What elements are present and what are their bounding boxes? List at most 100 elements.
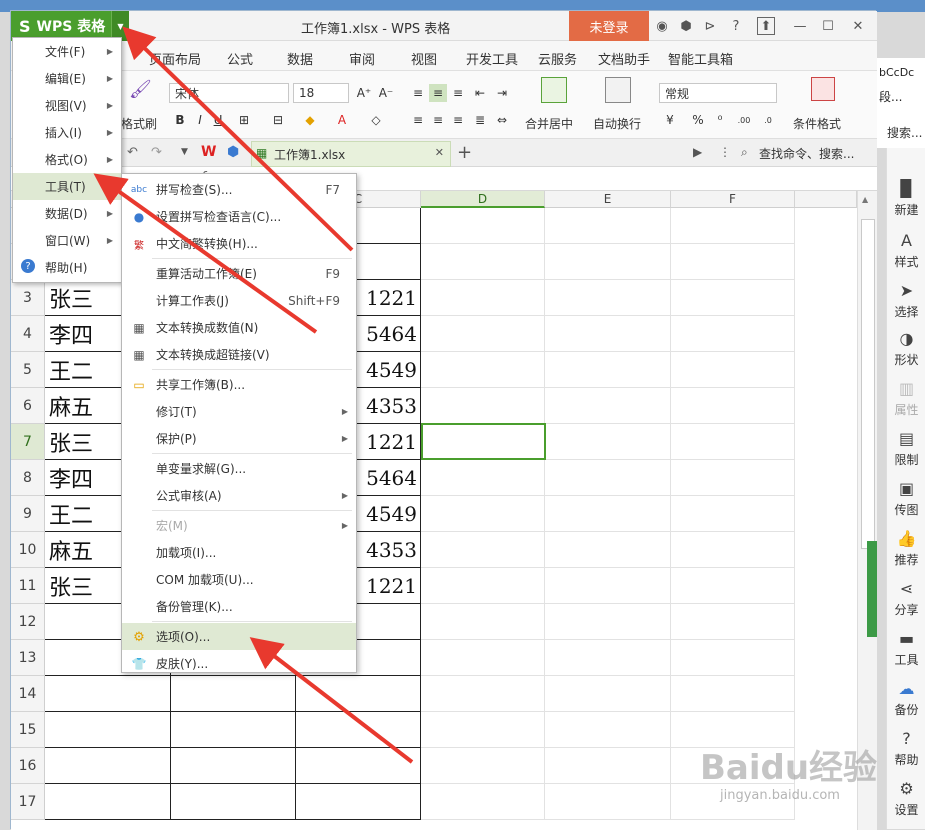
sidebar-recommend[interactable]: 👍 推荐 [887, 520, 925, 576]
align-top-icon[interactable]: ≡ [409, 84, 427, 102]
fill-color-icon[interactable]: ◆ [301, 111, 319, 129]
sidebar-new[interactable]: ▉ 新建 [887, 170, 925, 226]
tab-review[interactable]: 审阅 [349, 49, 375, 68]
grid-cell[interactable] [421, 712, 545, 748]
tools-menu-item[interactable]: 备份管理(K)... [122, 593, 356, 620]
grid-cell[interactable] [671, 640, 795, 676]
close-tab-icon[interactable]: ✕ [435, 146, 444, 159]
sidebar-collapse-handle[interactable] [867, 541, 877, 637]
main-menu-item[interactable]: 文件(F) ▶ [13, 38, 121, 65]
grid-cell[interactable] [545, 568, 671, 604]
row-header[interactable]: 9 [11, 496, 45, 532]
quick-access-dropdown-icon[interactable]: ▼ [181, 147, 188, 157]
tools-menu-item[interactable]: 重算活动工作簿(E) F9 [122, 260, 356, 287]
main-menu-item[interactable]: 插入(I) ▶ [13, 119, 121, 146]
decrease-decimal-icon[interactable]: .0 [759, 111, 777, 129]
tools-menu-item[interactable]: 修订(T) ▶ [122, 398, 356, 425]
document-tab[interactable]: ▦ 工作簿1.xlsx ✕ [251, 141, 451, 167]
grid-cell[interactable] [671, 532, 795, 568]
justify-icon[interactable]: ≣ [471, 111, 489, 129]
grid-cell[interactable] [671, 424, 795, 460]
underline-button[interactable]: U [209, 111, 227, 129]
settings-dots-icon[interactable]: ⋮ [719, 145, 731, 159]
tools-menu-item[interactable]: 计算工作表(J) Shift+F9 [122, 287, 356, 314]
column-header[interactable] [795, 191, 857, 208]
bold-button[interactable]: B [171, 111, 189, 129]
bg-search[interactable]: 搜索... [887, 124, 922, 141]
row-header[interactable]: 11 [11, 568, 45, 604]
grid-cell[interactable] [171, 784, 296, 820]
grid-cell[interactable] [545, 424, 671, 460]
distribute-icon[interactable]: ⇔ [493, 111, 511, 129]
sidebar-send-image[interactable]: ▣ 传图 [887, 470, 925, 526]
row-header[interactable]: 4 [11, 316, 45, 352]
login-button[interactable]: 未登录 [569, 11, 649, 41]
tab-cloud[interactable]: 云服务 [538, 49, 577, 68]
grid-cell[interactable] [545, 280, 671, 316]
clear-format-icon[interactable]: ◇ [367, 111, 385, 129]
tab-developer[interactable]: 开发工具 [466, 49, 518, 68]
minimize-icon[interactable]: — [791, 17, 809, 35]
vertical-scrollbar[interactable]: ▲ [857, 191, 877, 830]
align-middle-icon[interactable]: ≡ [429, 84, 447, 102]
skin-circle-icon[interactable]: ◉ [653, 17, 671, 35]
broadcast-icon[interactable]: ▶ [693, 145, 702, 159]
active-cell[interactable] [421, 423, 546, 460]
grid-cell[interactable] [171, 748, 296, 784]
scroll-up-icon[interactable]: ▲ [862, 195, 868, 204]
main-menu-item[interactable]: 帮助(H)? [13, 254, 121, 281]
sidebar-style[interactable]: A 样式 [887, 222, 925, 278]
align-right-icon[interactable]: ≡ [449, 111, 467, 129]
sidebar-restrict[interactable]: ▤ 限制 [887, 420, 925, 476]
thousands-icon[interactable]: ⁰ [711, 111, 729, 129]
tools-menu-item[interactable]: 公式审核(A) ▶ [122, 482, 356, 509]
wps-w-icon[interactable]: W [201, 144, 216, 160]
grid-cell[interactable] [421, 208, 545, 244]
conditional-format-icon[interactable] [811, 77, 835, 101]
name-cell[interactable] [45, 676, 171, 712]
tools-menu-item[interactable]: 拼写检查(S)... abc F7 [122, 176, 356, 203]
grid-cell[interactable] [421, 568, 545, 604]
number-format-select[interactable]: 常规 [659, 83, 777, 103]
grid-cell[interactable] [171, 712, 296, 748]
row-header[interactable]: 10 [11, 532, 45, 568]
grid-cell[interactable] [671, 244, 795, 280]
main-menu-item[interactable]: 视图(V) ▶ [13, 92, 121, 119]
sidebar-help[interactable]: ? 帮助 [887, 720, 925, 776]
increase-decimal-icon[interactable]: .00 [735, 111, 753, 129]
increase-font-icon[interactable]: A⁺ [355, 84, 373, 102]
grid-cell[interactable] [545, 496, 671, 532]
font-name-select[interactable]: 宋体 [169, 83, 289, 103]
grid-cell[interactable] [671, 604, 795, 640]
format-painter-icon[interactable]: 🖌 [129, 79, 152, 101]
grid-cell[interactable] [421, 352, 545, 388]
grid-cell[interactable] [421, 676, 545, 712]
grid-cell[interactable] [671, 388, 795, 424]
tab-page-layout[interactable]: 页面布局 [149, 49, 201, 68]
tab-smart-toolbox[interactable]: 智能工具箱 [668, 49, 733, 68]
grid-cell[interactable] [545, 640, 671, 676]
tab-view[interactable]: 视图 [411, 49, 437, 68]
row-header[interactable]: 15 [11, 712, 45, 748]
merge-center-icon[interactable] [541, 77, 567, 103]
row-header[interactable]: 17 [11, 784, 45, 820]
row-header[interactable]: 16 [11, 748, 45, 784]
grid-cell[interactable] [671, 496, 795, 532]
scroll-thumb[interactable] [861, 219, 875, 549]
grid-cell[interactable] [545, 316, 671, 352]
restore-layout-icon[interactable]: ⬆ [757, 17, 775, 35]
borders-icon[interactable]: ⊞ [235, 111, 253, 129]
grid-cell[interactable] [421, 388, 545, 424]
column-header[interactable]: F [671, 191, 795, 208]
grid-cell[interactable] [671, 676, 795, 712]
tools-menu-item[interactable]: 设置拼写检查语言(C)... ● [122, 203, 356, 230]
new-tab-icon[interactable]: + [457, 142, 472, 163]
tab-doc-assistant[interactable]: 文档助手 [598, 49, 650, 68]
grid-cell[interactable] [421, 532, 545, 568]
grid-cell[interactable] [545, 460, 671, 496]
tools-menu-item[interactable]: 保护(P) ▶ [122, 425, 356, 452]
search-icon[interactable]: ⌕ [741, 145, 748, 160]
percent-icon[interactable]: % [689, 111, 707, 129]
font-color-icon[interactable]: A [333, 111, 351, 129]
grid-cell[interactable] [421, 604, 545, 640]
